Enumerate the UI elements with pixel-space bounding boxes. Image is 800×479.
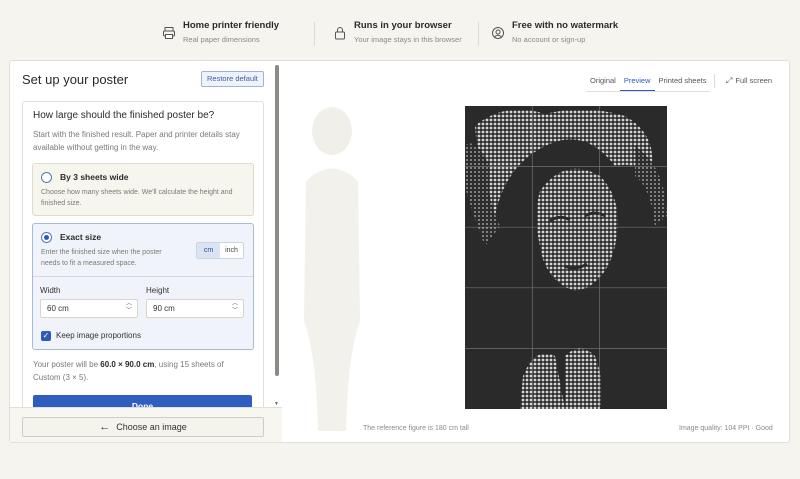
- width-field[interactable]: 60 cm ︿ ﹀: [40, 299, 138, 318]
- poster-summary: Your poster will be 60.0 × 90.0 cm, usin…: [33, 358, 248, 384]
- height-value: 90 cm: [153, 304, 175, 313]
- user-circle-icon: [491, 26, 505, 40]
- image-quality: Image quality: 104 PPI · Good: [679, 425, 773, 432]
- preview-tabs: Original Preview Printed sheets: [586, 72, 711, 92]
- settings-panel: Set up your poster Restore default How l…: [10, 61, 282, 442]
- printer-icon: [162, 26, 176, 40]
- preview-area: Original Preview Printed sheets ⤢ Full sc…: [282, 61, 789, 442]
- option-sheets-wide[interactable]: By 3 sheets wide Choose how many sheets …: [32, 163, 254, 216]
- feature-title: Free with no watermark: [512, 20, 619, 31]
- features-bar: Home printer friendly Real paper dimensi…: [0, 0, 800, 58]
- feature-title: Runs in your browser: [354, 20, 452, 31]
- choose-image-label: Choose an image: [116, 422, 187, 432]
- option-label: Exact size: [60, 232, 102, 242]
- size-question: How large should the finished poster be?: [33, 110, 215, 121]
- radio-sheets-wide[interactable]: [41, 172, 52, 183]
- height-label: Height: [146, 286, 170, 295]
- height-field[interactable]: 90 cm ︿ ﹀: [146, 299, 244, 318]
- divider: [714, 74, 715, 88]
- stepper-icon[interactable]: ︿ ﹀: [232, 301, 238, 315]
- summary-size: 60.0 × 90.0 cm: [100, 360, 155, 369]
- tab-original[interactable]: Original: [586, 72, 620, 91]
- keep-proportions-checkbox[interactable]: ✓: [41, 331, 51, 341]
- reference-figure: [304, 107, 360, 431]
- size-question-help: Start with the finished result. Paper an…: [33, 130, 240, 152]
- option-description: Choose how many sheets wide. We'll calcu…: [41, 189, 233, 207]
- tab-preview[interactable]: Preview: [619, 72, 655, 91]
- choose-image-button[interactable]: ← Choose an image: [22, 417, 264, 437]
- poster-preview: [465, 106, 667, 409]
- divider: [314, 22, 315, 46]
- unit-toggle: cm inch: [196, 242, 244, 259]
- feature-free: Free with no watermark No account or sig…: [491, 20, 618, 44]
- panel-title: Set up your poster: [22, 72, 129, 87]
- scrollbar-thumb[interactable]: [275, 65, 279, 376]
- full-screen-button[interactable]: ⤢ Full screen: [726, 76, 772, 86]
- tab-printed-sheets[interactable]: Printed sheets: [655, 72, 711, 91]
- keep-proportions-label: Keep image proportions: [56, 331, 141, 340]
- full-screen-label: Full screen: [735, 76, 773, 85]
- arrow-left-icon: ←: [99, 421, 111, 433]
- poster-editor: Set up your poster Restore default How l…: [9, 60, 790, 443]
- expand-icon: ⤢: [726, 76, 733, 85]
- feature-subtitle: Real paper dimensions: [183, 35, 260, 44]
- radio-exact-size[interactable]: [41, 232, 52, 243]
- unit-cm-button[interactable]: cm: [197, 243, 220, 258]
- panel-footer: ← Choose an image: [10, 407, 282, 442]
- scrollbar[interactable]: ▼: [274, 65, 279, 407]
- feature-subtitle: No account or sign-up: [512, 35, 586, 44]
- divider: [33, 276, 253, 277]
- lock-icon: [333, 26, 347, 40]
- option-description: Enter the finished size when the poster …: [41, 249, 162, 267]
- reference-caption: The reference figure is 180 cm tall: [363, 425, 469, 432]
- restore-default-button[interactable]: Restore default: [201, 71, 264, 87]
- feature-browser: Runs in your browser Your image stays in…: [333, 20, 462, 44]
- poster-image: [465, 106, 667, 409]
- width-label: Width: [40, 286, 61, 295]
- option-exact-size[interactable]: Exact size Enter the finished size when …: [32, 223, 254, 350]
- feature-title: Home printer friendly: [183, 20, 280, 31]
- feature-printer: Home printer friendly Real paper dimensi…: [162, 20, 279, 44]
- unit-inch-button[interactable]: inch: [220, 243, 243, 258]
- width-value: 60 cm: [47, 304, 69, 313]
- summary-prefix: Your poster will be: [33, 360, 101, 369]
- size-section: How large should the finished poster be?…: [22, 101, 264, 421]
- stepper-icon[interactable]: ︿ ﹀: [126, 301, 132, 315]
- option-label: By 3 sheets wide: [60, 172, 129, 182]
- feature-subtitle: Your image stays in this browser: [354, 35, 462, 44]
- divider: [478, 22, 479, 46]
